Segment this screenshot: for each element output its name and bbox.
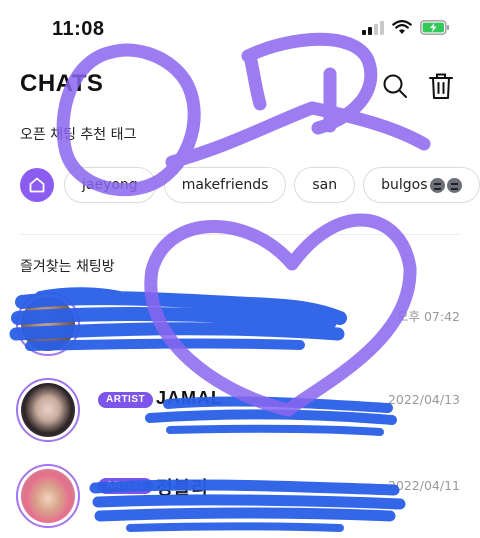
home-tag-button[interactable] (20, 168, 54, 202)
home-icon (29, 177, 45, 193)
open-chat-tags-label: 오픈 채팅 추천 태그 (20, 127, 137, 143)
chat-time: 2022/04/13 (387, 392, 460, 407)
header: CHATS (0, 66, 480, 106)
search-icon (383, 74, 407, 98)
signal-icon (362, 20, 384, 35)
chat-name: JAMAL (156, 388, 223, 408)
tag-label: bulgos (381, 177, 428, 193)
delete-button[interactable] (426, 70, 456, 102)
chat-row[interactable]: 오후 07:42 (0, 288, 480, 364)
tag-makefriends[interactable]: makefriends (163, 167, 287, 203)
chat-time: 2022/04/11 (387, 478, 460, 493)
sunglasses-emoji-icon (446, 177, 462, 193)
avatar (16, 464, 80, 528)
tag-label: jaeyong (82, 177, 138, 193)
tag-bulgos[interactable]: bulgos (363, 167, 480, 203)
favorites-label: 즐겨찾는 채팅방 (20, 259, 115, 275)
sunglasses-emoji-icon (429, 177, 445, 193)
tag-label: makefriends (181, 177, 269, 193)
status-time: 11:08 (52, 18, 105, 40)
tag-list: jaeyong makefriends san bulgos (20, 166, 480, 204)
artist-badge: ARTIST (98, 392, 154, 408)
tag-san[interactable]: san (294, 167, 356, 203)
chat-row[interactable]: ARTIST 정블리 2022/04/11 (0, 460, 480, 536)
divider (20, 234, 460, 235)
chat-row[interactable]: ARTIST JAMAL 2022/04/13 (0, 374, 480, 450)
avatar (16, 292, 80, 356)
avatar (16, 378, 80, 442)
battery-charging-icon (420, 20, 449, 35)
trash-icon (429, 73, 453, 99)
status-icons (362, 20, 450, 35)
wifi-icon (392, 20, 412, 34)
tag-label: san (312, 177, 338, 193)
tag-jaeyong[interactable]: jaeyong (64, 167, 156, 203)
search-button[interactable] (380, 70, 410, 102)
chat-name: 정블리 (156, 478, 209, 498)
chat-time: 오후 07:42 (397, 309, 460, 324)
artist-badge: ARTIST (98, 478, 154, 494)
page-title: CHATS (20, 70, 104, 97)
status-bar: 11:08 (0, 0, 480, 60)
